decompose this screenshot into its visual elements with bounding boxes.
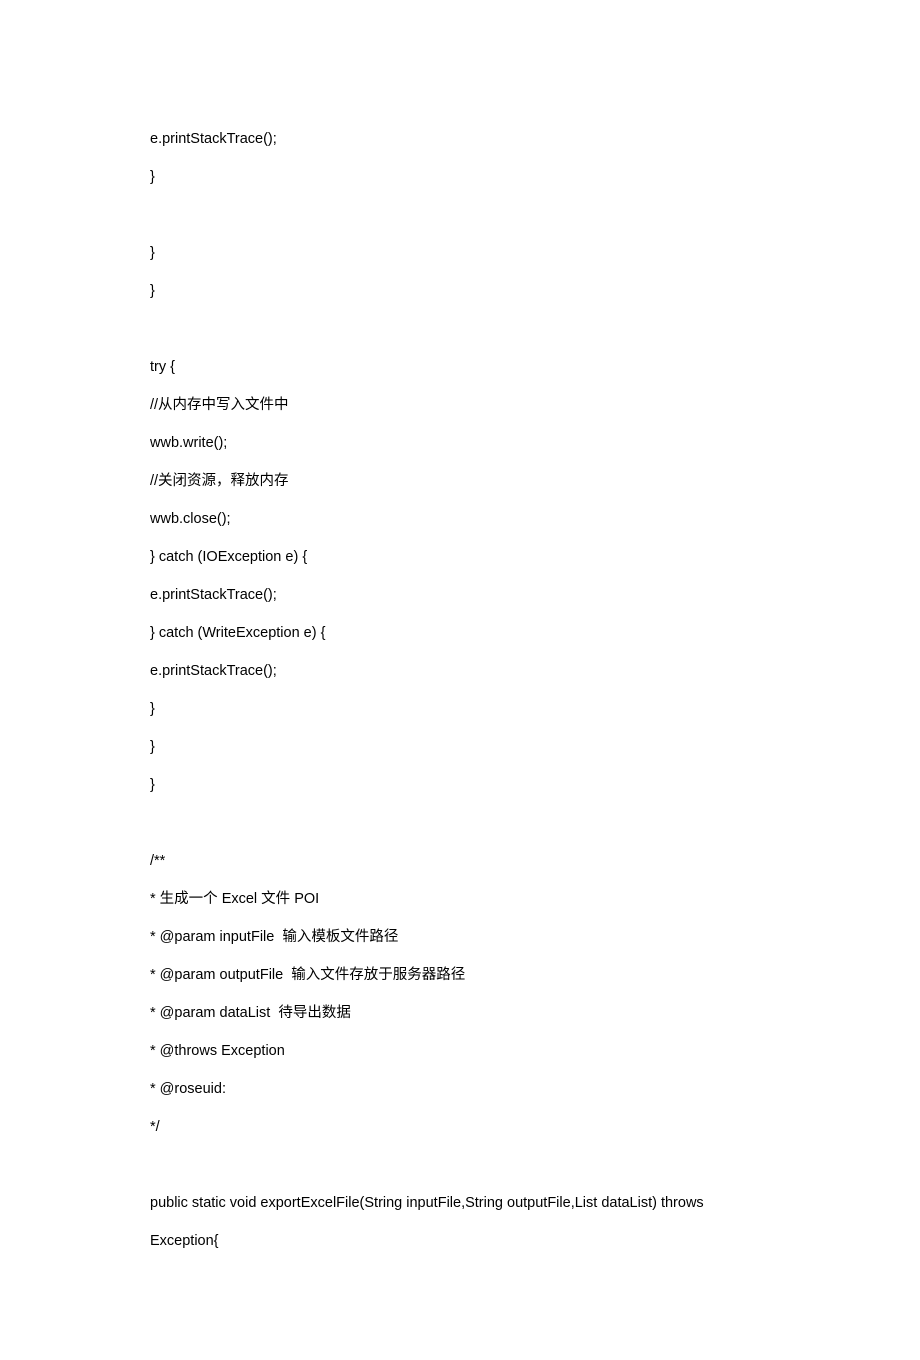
code-line: } (150, 690, 770, 728)
code-line: wwb.close(); (150, 500, 770, 538)
code-line: } (150, 272, 770, 310)
code-line: e.printStackTrace(); (150, 576, 770, 614)
code-line: } (150, 234, 770, 272)
code-line: */ (150, 1108, 770, 1146)
code-line: * @param outputFile 输入文件存放于服务器路径 (150, 956, 770, 994)
code-line: wwb.write(); (150, 424, 770, 462)
document-page: e.printStackTrace(); } } } try { //从内存中写… (0, 0, 920, 1360)
code-line: * @roseuid: (150, 1070, 770, 1108)
code-line: * @param inputFile 输入模板文件路径 (150, 918, 770, 956)
blank-line (150, 1146, 770, 1184)
code-line: /** (150, 842, 770, 880)
code-line: } (150, 158, 770, 196)
code-line: //从内存中写入文件中 (150, 386, 770, 424)
code-line: * 生成一个 Excel 文件 POI (150, 880, 770, 918)
code-line: e.printStackTrace(); (150, 120, 770, 158)
blank-line (150, 310, 770, 348)
blank-line (150, 804, 770, 842)
code-line: } (150, 766, 770, 804)
blank-line (150, 196, 770, 234)
code-line: } catch (IOException e) { (150, 538, 770, 576)
code-line: } (150, 728, 770, 766)
code-line: * @throws Exception (150, 1032, 770, 1070)
code-line: try { (150, 348, 770, 386)
code-line: * @param dataList 待导出数据 (150, 994, 770, 1032)
code-line: public static void exportExcelFile(Strin… (150, 1184, 770, 1260)
code-line: //关闭资源，释放内存 (150, 462, 770, 500)
code-line: } catch (WriteException e) { (150, 614, 770, 652)
code-line: e.printStackTrace(); (150, 652, 770, 690)
